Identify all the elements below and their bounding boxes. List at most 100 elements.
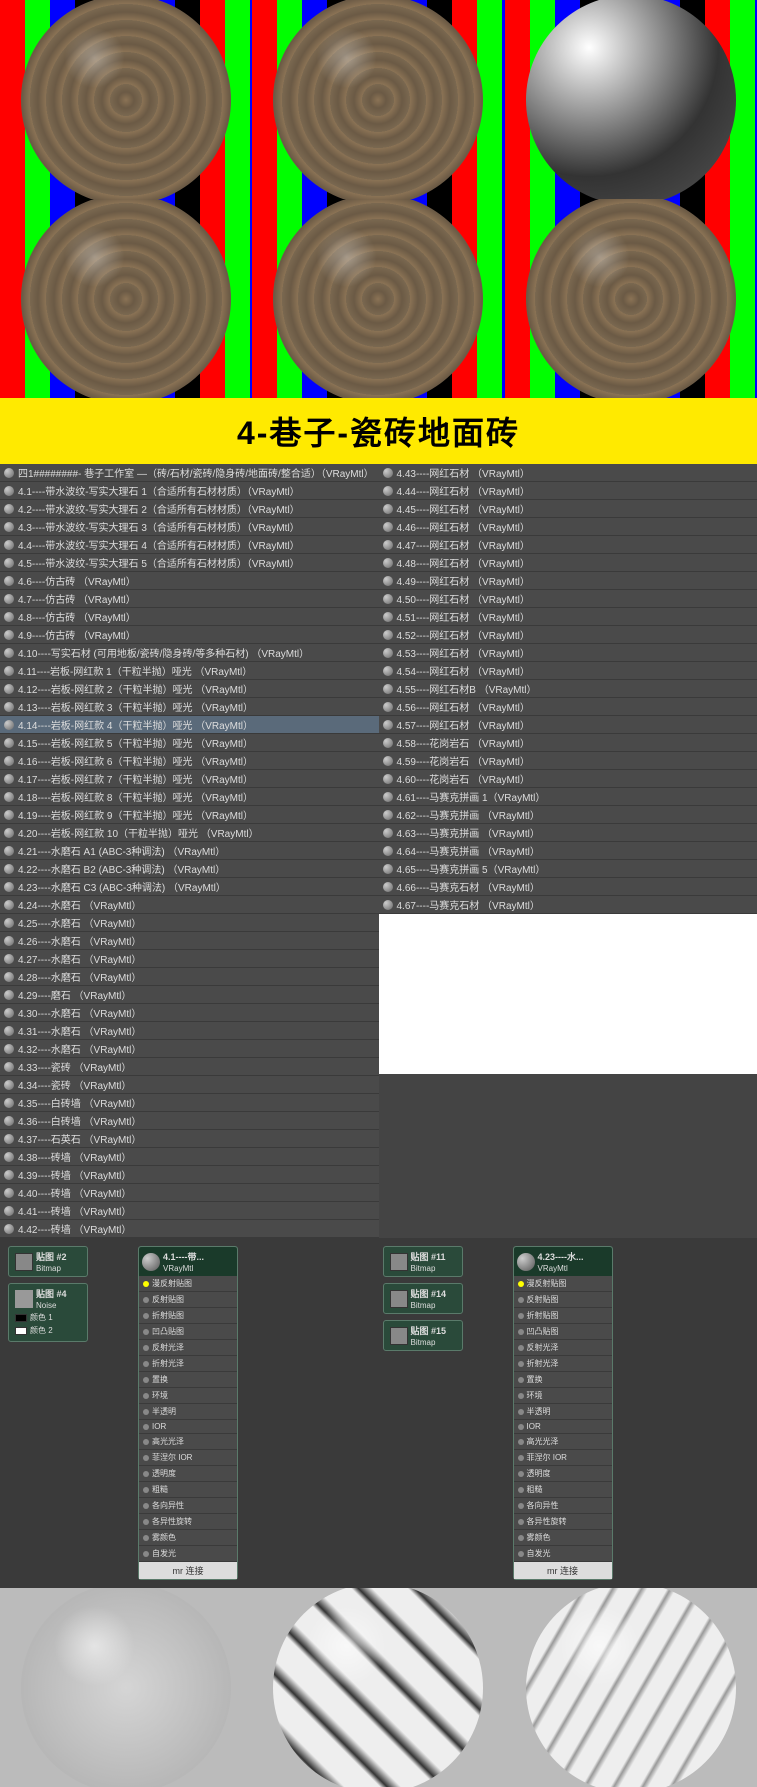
bitmap-node[interactable]: 贴图 #2Bitmap bbox=[8, 1246, 88, 1277]
material-list-item[interactable]: 4.60----花岗岩石 （VRayMtl） bbox=[379, 770, 757, 788]
material-slot[interactable]: 凹凸贴图 bbox=[514, 1324, 612, 1340]
material-list-item[interactable]: 4.46----网红石材 （VRayMtl） bbox=[379, 518, 757, 536]
material-list-item[interactable]: 4.30----水磨石 （VRayMtl） bbox=[0, 1004, 379, 1022]
material-list-item[interactable]: 四1########- 巷子工作室 —（砖/石材/瓷砖/隐身砖/地面砖/整合适）… bbox=[0, 464, 379, 482]
material-list-item[interactable]: 4.9----仿古砖 （VRayMtl） bbox=[0, 626, 379, 644]
material-list-item[interactable]: 4.36----白砖墙 （VRayMtl） bbox=[0, 1112, 379, 1130]
material-list-item[interactable]: 4.33----瓷砖 （VRayMtl） bbox=[0, 1058, 379, 1076]
material-list-item[interactable]: 4.35----白砖墙 （VRayMtl） bbox=[0, 1094, 379, 1112]
bitmap-node[interactable]: 贴图 #15Bitmap bbox=[383, 1320, 463, 1351]
material-list-item[interactable]: 4.10----写实石材 (可用地板/瓷砖/隐身砖/等多种石材) （VRayMt… bbox=[0, 644, 379, 662]
material-slot[interactable]: IOR bbox=[139, 1420, 237, 1434]
material-node-footer[interactable]: mr 连接 bbox=[514, 1562, 612, 1579]
material-slot[interactable]: 自发光 bbox=[514, 1546, 612, 1562]
material-slot[interactable]: 反射光泽 bbox=[514, 1340, 612, 1356]
material-slot[interactable]: 粗糙 bbox=[139, 1482, 237, 1498]
material-list-item[interactable]: 4.24----水磨石 （VRayMtl） bbox=[0, 896, 379, 914]
material-slot[interactable]: 高光光泽 bbox=[514, 1434, 612, 1450]
material-list-item[interactable]: 4.18----岩板-网红款 8（干粒半抛）哑光 （VRayMtl） bbox=[0, 788, 379, 806]
material-slot[interactable]: 雾颜色 bbox=[514, 1530, 612, 1546]
material-list-item[interactable]: 4.47----网红石材 （VRayMtl） bbox=[379, 536, 757, 554]
material-list-item[interactable]: 4.65----马赛克拼画 5（VRayMtl） bbox=[379, 860, 757, 878]
material-slot[interactable]: 环境 bbox=[139, 1388, 237, 1404]
material-slot[interactable]: IOR bbox=[514, 1420, 612, 1434]
material-list-item[interactable]: 4.17----岩板-网红款 7（干粒半抛）哑光 （VRayMtl） bbox=[0, 770, 379, 788]
material-list-item[interactable]: 4.6----仿古砖 （VRayMtl） bbox=[0, 572, 379, 590]
material-list-item[interactable]: 4.1----带水波纹-写实大理石 1（合适所有石材材质）（VRayMtl） bbox=[0, 482, 379, 500]
material-slot[interactable]: 高光光泽 bbox=[139, 1434, 237, 1450]
material-node-header[interactable]: 4.1----带...VRayMtl bbox=[139, 1247, 237, 1276]
material-list-item[interactable]: 4.29----磨石 （VRayMtl） bbox=[0, 986, 379, 1004]
material-list-item[interactable]: 4.38----砖墙 （VRayMtl） bbox=[0, 1148, 379, 1166]
material-list-item[interactable]: 4.45----网红石材 （VRayMtl） bbox=[379, 500, 757, 518]
material-slot[interactable]: 菲涅尔 IOR bbox=[514, 1450, 612, 1466]
material-list-item[interactable]: 4.19----岩板-网红款 9（干粒半抛）哑光 （VRayMtl） bbox=[0, 806, 379, 824]
material-list-item[interactable]: 4.28----水磨石 （VRayMtl） bbox=[0, 968, 379, 986]
material-list-item[interactable]: 4.58----花岗岩石 （VRayMtl） bbox=[379, 734, 757, 752]
material-slot[interactable]: 环境 bbox=[514, 1388, 612, 1404]
material-slot[interactable]: 透明度 bbox=[514, 1466, 612, 1482]
material-list-item[interactable]: 4.52----网红石材 （VRayMtl） bbox=[379, 626, 757, 644]
material-list-item[interactable]: 4.67----马赛克石材 （VRayMtl） bbox=[379, 896, 757, 914]
material-list-item[interactable]: 4.15----岩板-网红款 5（干粒半抛）哑光 （VRayMtl） bbox=[0, 734, 379, 752]
material-slot[interactable]: 折射贴图 bbox=[514, 1308, 612, 1324]
material-slot[interactable]: 反射贴图 bbox=[514, 1292, 612, 1308]
material-node-2[interactable]: 4.23----水...VRayMtl 漫反射贴图反射贴图折射贴图凹凸贴图反射光… bbox=[513, 1246, 613, 1580]
material-slot[interactable]: 折射贴图 bbox=[139, 1308, 237, 1324]
material-slot[interactable]: 折射光泽 bbox=[139, 1356, 237, 1372]
color-1-row[interactable]: 颜色 1 bbox=[15, 1312, 81, 1323]
material-list-item[interactable]: 4.55----网红石材B （VRayMtl） bbox=[379, 680, 757, 698]
material-list-item[interactable]: 4.49----网红石材 （VRayMtl） bbox=[379, 572, 757, 590]
material-list-item[interactable]: 4.12----岩板-网红款 2（干粒半抛）哑光 （VRayMtl） bbox=[0, 680, 379, 698]
material-list-item[interactable]: 4.61----马赛克拼画 1（VRayMtl） bbox=[379, 788, 757, 806]
material-slot[interactable]: 雾颜色 bbox=[139, 1530, 237, 1546]
material-list-item[interactable]: 4.25----水磨石 （VRayMtl） bbox=[0, 914, 379, 932]
material-slot[interactable]: 各向异性 bbox=[514, 1498, 612, 1514]
material-list-item[interactable]: 4.41----砖墙 （VRayMtl） bbox=[0, 1202, 379, 1220]
node-graph-1[interactable]: 贴图 #2Bitmap 贴图 #4Noise颜色 1颜色 2 4.1----带..… bbox=[8, 1246, 375, 1580]
material-list-item[interactable]: 4.54----网红石材 （VRayMtl） bbox=[379, 662, 757, 680]
material-slot[interactable]: 各向异性 bbox=[139, 1498, 237, 1514]
material-list-item[interactable]: 4.3----带水波纹-写实大理石 3（合适所有石材材质）（VRayMtl） bbox=[0, 518, 379, 536]
material-list-item[interactable]: 4.40----砖墙 （VRayMtl） bbox=[0, 1184, 379, 1202]
material-slot[interactable]: 反射光泽 bbox=[139, 1340, 237, 1356]
material-slot[interactable]: 粗糙 bbox=[514, 1482, 612, 1498]
material-node-header[interactable]: 4.23----水...VRayMtl bbox=[514, 1247, 612, 1276]
material-list-item[interactable]: 4.2----带水波纹-写实大理石 2（合适所有石材材质）（VRayMtl） bbox=[0, 500, 379, 518]
material-slot[interactable]: 自发光 bbox=[139, 1546, 237, 1562]
material-list-item[interactable]: 4.62----马赛克拼画 （VRayMtl） bbox=[379, 806, 757, 824]
material-list-item[interactable]: 4.59----花岗岩石 （VRayMtl） bbox=[379, 752, 757, 770]
material-slot[interactable]: 菲涅尔 IOR bbox=[139, 1450, 237, 1466]
material-list-item[interactable]: 4.34----瓷砖 （VRayMtl） bbox=[0, 1076, 379, 1094]
material-list-item[interactable]: 4.16----岩板-网红款 6（干粒半抛）哑光 （VRayMtl） bbox=[0, 752, 379, 770]
material-list-item[interactable]: 4.14----岩板-网红款 4（干粒半抛）哑光 （VRayMtl） bbox=[0, 716, 379, 734]
material-list-item[interactable]: 4.57----网红石材 （VRayMtl） bbox=[379, 716, 757, 734]
material-list-item[interactable]: 4.32----水磨石 （VRayMtl） bbox=[0, 1040, 379, 1058]
material-list-item[interactable]: 4.44----网红石材 （VRayMtl） bbox=[379, 482, 757, 500]
material-slot[interactable]: 反射贴图 bbox=[139, 1292, 237, 1308]
material-list-item[interactable]: 4.56----网红石材 （VRayMtl） bbox=[379, 698, 757, 716]
noise-node[interactable]: 贴图 #4Noise颜色 1颜色 2 bbox=[8, 1283, 88, 1342]
material-list-item[interactable]: 4.48----网红石材 （VRayMtl） bbox=[379, 554, 757, 572]
material-list-item[interactable]: 4.43----网红石材 （VRayMtl） bbox=[379, 464, 757, 482]
material-slot[interactable]: 各异性旋转 bbox=[514, 1514, 612, 1530]
material-slot[interactable]: 各异性旋转 bbox=[139, 1514, 237, 1530]
material-list-item[interactable]: 4.37----石英石 （VRayMtl） bbox=[0, 1130, 379, 1148]
material-list-item[interactable]: 4.20----岩板-网红款 10（干粒半抛）哑光 （VRayMtl） bbox=[0, 824, 379, 842]
material-slot[interactable]: 漫反射贴图 bbox=[514, 1276, 612, 1292]
material-slot[interactable]: 置换 bbox=[514, 1372, 612, 1388]
material-slot[interactable]: 漫反射贴图 bbox=[139, 1276, 237, 1292]
material-slot[interactable]: 置换 bbox=[139, 1372, 237, 1388]
material-slot[interactable]: 凹凸贴图 bbox=[139, 1324, 237, 1340]
node-graph-area[interactable]: 贴图 #2Bitmap 贴图 #4Noise颜色 1颜色 2 4.1----带..… bbox=[0, 1238, 757, 1588]
material-list-item[interactable]: 4.51----网红石材 （VRayMtl） bbox=[379, 608, 757, 626]
material-list-item[interactable]: 4.64----马赛克拼画 （VRayMtl） bbox=[379, 842, 757, 860]
material-slot[interactable]: 半透明 bbox=[514, 1404, 612, 1420]
material-slot[interactable]: 半透明 bbox=[139, 1404, 237, 1420]
material-list-item[interactable]: 4.27----水磨石 （VRayMtl） bbox=[0, 950, 379, 968]
material-list-item[interactable]: 4.23----水磨石 C3 (ABC-3种调法) （VRayMtl） bbox=[0, 878, 379, 896]
material-slot[interactable]: 透明度 bbox=[139, 1466, 237, 1482]
material-list-item[interactable]: 4.50----网红石材 （VRayMtl） bbox=[379, 590, 757, 608]
bitmap-node[interactable]: 贴图 #14Bitmap bbox=[383, 1283, 463, 1314]
material-node-1[interactable]: 4.1----带...VRayMtl 漫反射贴图反射贴图折射贴图凹凸贴图反射光泽… bbox=[138, 1246, 238, 1580]
